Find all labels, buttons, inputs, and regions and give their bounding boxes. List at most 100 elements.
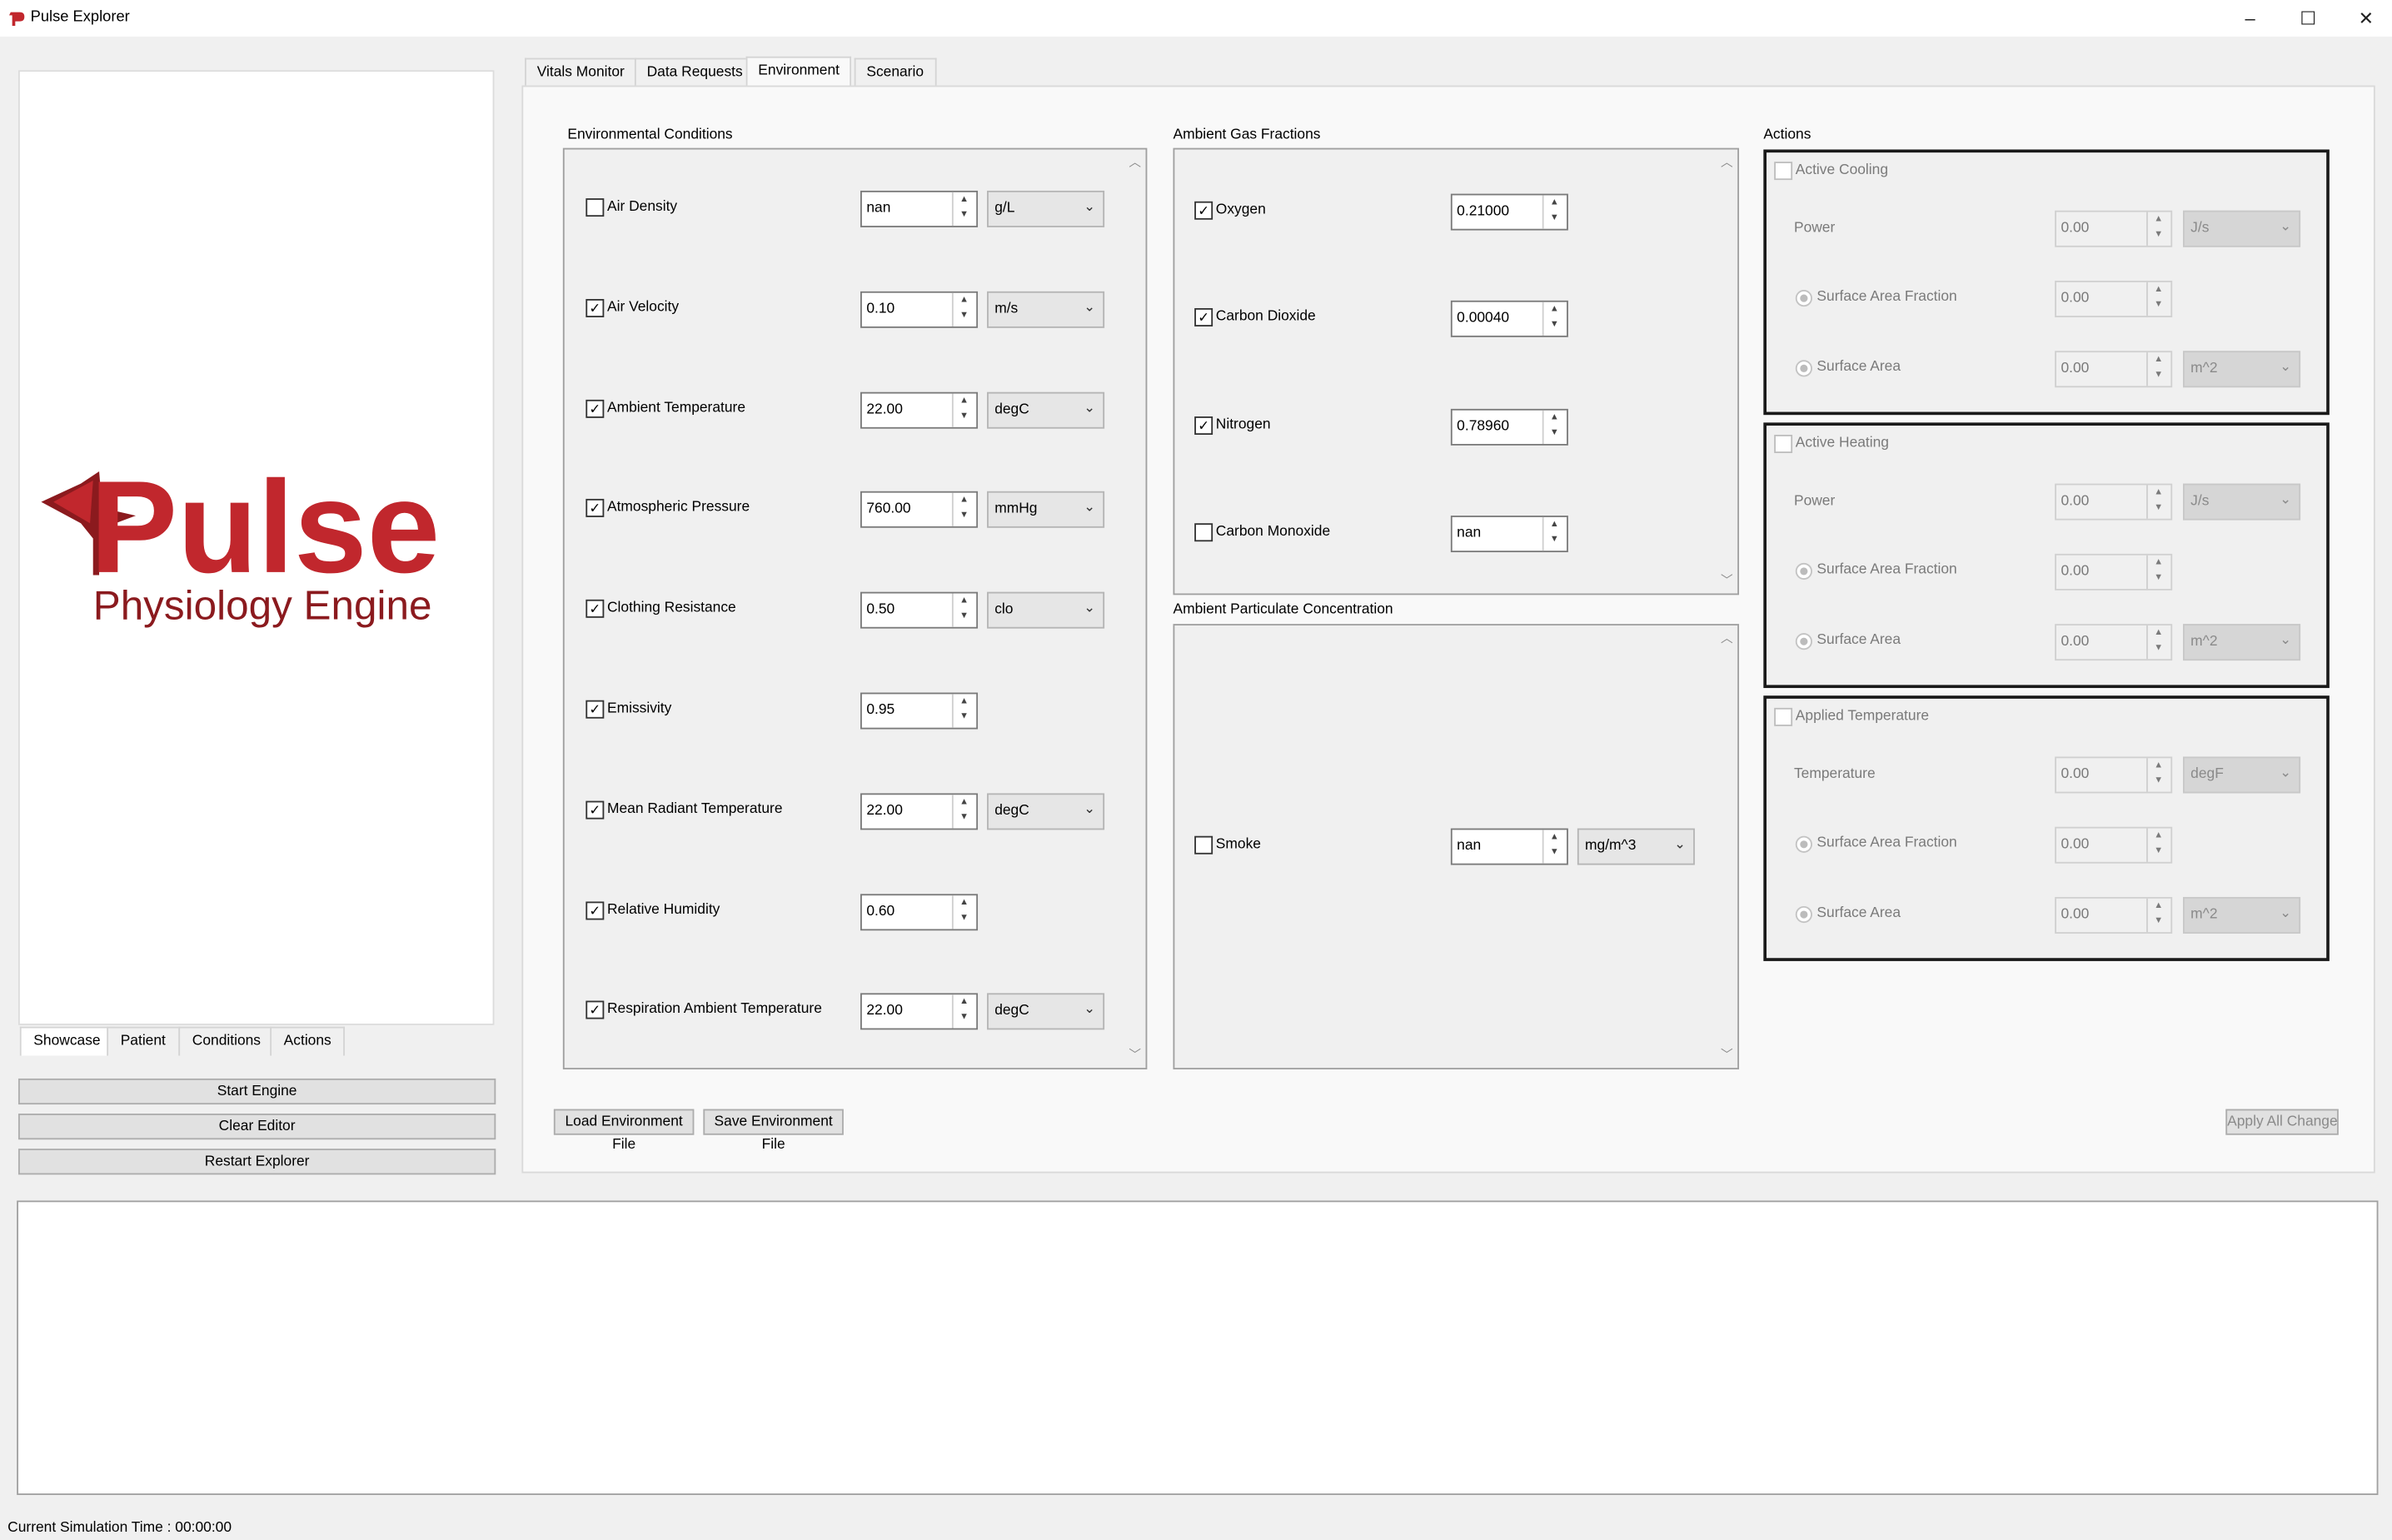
clothing-resistance-checkbox[interactable]: ✓ xyxy=(586,600,605,619)
active-heating-surface-area-unit-select[interactable]: m^2 ⌄ xyxy=(2183,624,2301,661)
active-heating-checkbox[interactable] xyxy=(1774,435,1793,453)
arrow-up-icon[interactable]: ▲ xyxy=(2154,286,2163,295)
minimize-icon[interactable]: – xyxy=(2238,6,2262,30)
arrow-up-icon[interactable]: ▲ xyxy=(2154,488,2163,497)
air-velocity-unit-select[interactable]: m/s ⌄ xyxy=(987,291,1105,328)
scroll-up-icon[interactable]: ︿ xyxy=(1128,154,1143,171)
air-density-unit-select[interactable]: g/L ⌄ xyxy=(987,190,1105,227)
air-density-spinbox[interactable]: nan ▲ ▼ xyxy=(860,190,979,227)
spin-arrows[interactable]: ▲ ▼ xyxy=(2146,758,2170,792)
carbon-dioxide-spinbox[interactable]: 0.00040 ▲ ▼ xyxy=(1450,301,1568,338)
mean-radiant-temperature-spinbox[interactable]: 22.00 ▲ ▼ xyxy=(860,793,979,830)
tab-environment[interactable]: Environment xyxy=(745,56,852,89)
active-cooling-surface-area-fraction-radio[interactable] xyxy=(1795,290,1812,307)
spin-arrows[interactable]: ▲ ▼ xyxy=(2146,625,2170,660)
scroll-down-icon[interactable]: ﹀ xyxy=(1719,1046,1734,1063)
active-cooling-surface-area-spinbox[interactable]: 0.00 ▲ ▼ xyxy=(2055,351,2173,388)
emissivity-spinbox[interactable]: 0.95 ▲ ▼ xyxy=(860,692,979,730)
active-cooling-power-unit-select[interactable]: J/s ⌄ xyxy=(2183,210,2301,247)
spin-arrows[interactable]: ▲ ▼ xyxy=(951,694,976,728)
arrow-up-icon[interactable]: ▲ xyxy=(2154,215,2163,224)
arrow-up-icon[interactable]: ▲ xyxy=(1550,413,1559,422)
arrow-up-icon[interactable]: ▲ xyxy=(2154,356,2163,365)
active-cooling-checkbox[interactable] xyxy=(1774,162,1793,181)
arrow-down-icon[interactable]: ▼ xyxy=(1550,848,1559,857)
air-velocity-spinbox[interactable]: 0.10 ▲ ▼ xyxy=(860,291,979,328)
active-cooling-surface-area-unit-select[interactable]: m^2 ⌄ xyxy=(2183,351,2301,388)
arrow-up-icon[interactable]: ▲ xyxy=(959,798,969,807)
air-velocity-checkbox[interactable]: ✓ xyxy=(586,298,605,317)
spin-arrows[interactable]: ▲ ▼ xyxy=(2146,898,2170,933)
arrow-up-icon[interactable]: ▲ xyxy=(2154,558,2163,567)
arrow-down-icon[interactable]: ▼ xyxy=(959,1014,969,1023)
tab-actions[interactable]: Actions xyxy=(270,1026,346,1056)
arrow-down-icon[interactable]: ▼ xyxy=(959,813,969,822)
active-heating-power-unit-select[interactable]: J/s ⌄ xyxy=(2183,483,2301,521)
spin-arrows[interactable]: ▲ ▼ xyxy=(1542,195,1567,229)
spin-arrows[interactable]: ▲ ▼ xyxy=(951,192,976,227)
scroll-down-icon[interactable]: ﹀ xyxy=(1128,1046,1143,1063)
tab-data-requests[interactable]: Data Requests xyxy=(634,57,755,87)
active-cooling-power-spinbox[interactable]: 0.00 ▲ ▼ xyxy=(2055,210,2173,247)
applied-temperature-temperature-unit-select[interactable]: degF ⌄ xyxy=(2183,756,2301,794)
load-environment-file-button[interactable]: Load Environment File xyxy=(553,1109,695,1154)
air-density-checkbox[interactable] xyxy=(586,198,605,217)
arrow-down-icon[interactable]: ▼ xyxy=(2154,644,2163,653)
respiration-ambient-temperature-spinbox[interactable]: 22.00 ▲ ▼ xyxy=(860,994,979,1031)
arrow-down-icon[interactable]: ▼ xyxy=(959,612,969,621)
start-engine-button[interactable]: Start Engine xyxy=(17,1078,496,1105)
ambient-temperature-unit-select[interactable]: degC ⌄ xyxy=(987,391,1105,428)
active-heating-surface-area-radio[interactable] xyxy=(1795,633,1812,650)
arrow-up-icon[interactable]: ▲ xyxy=(959,195,969,204)
spin-arrows[interactable]: ▲ ▼ xyxy=(1542,302,1567,336)
arrow-down-icon[interactable]: ▼ xyxy=(2154,371,2163,380)
active-heating-power-spinbox[interactable]: 0.00 ▲ ▼ xyxy=(2055,483,2173,521)
spin-arrows[interactable]: ▲ ▼ xyxy=(2146,555,2170,589)
oxygen-spinbox[interactable]: 0.21000 ▲ ▼ xyxy=(1450,193,1568,231)
applied-temperature-temperature-spinbox[interactable]: 0.00 ▲ ▼ xyxy=(2055,756,2173,794)
spin-arrows[interactable]: ▲ ▼ xyxy=(951,493,976,527)
spin-arrows[interactable]: ▲ ▼ xyxy=(1542,516,1567,551)
relative-humidity-spinbox[interactable]: 0.60 ▲ ▼ xyxy=(860,893,979,930)
applied-temperature-surface-area-unit-select[interactable]: m^2 ⌄ xyxy=(2183,896,2301,934)
smoke-checkbox[interactable] xyxy=(1194,835,1213,855)
arrow-up-icon[interactable]: ▲ xyxy=(1550,520,1559,529)
respiration-ambient-temperature-unit-select[interactable]: degC ⌄ xyxy=(987,994,1105,1031)
spin-arrows[interactable]: ▲ ▼ xyxy=(2146,485,2170,519)
arrow-down-icon[interactable]: ▼ xyxy=(1550,321,1559,330)
clear-editor-button[interactable]: Clear Editor xyxy=(17,1114,496,1140)
arrow-down-icon[interactable]: ▼ xyxy=(959,913,969,922)
clothing-resistance-unit-select[interactable]: clo ⌄ xyxy=(987,592,1105,629)
arrow-up-icon[interactable]: ▲ xyxy=(1550,198,1559,207)
arrow-up-icon[interactable]: ▲ xyxy=(2154,629,2163,638)
arrow-up-icon[interactable]: ▲ xyxy=(959,396,969,405)
arrow-up-icon[interactable]: ▲ xyxy=(1550,306,1559,315)
atmospheric-pressure-checkbox[interactable]: ✓ xyxy=(586,499,605,518)
arrow-down-icon[interactable]: ▼ xyxy=(1550,428,1559,437)
carbon-dioxide-checkbox[interactable]: ✓ xyxy=(1194,308,1213,327)
arrow-down-icon[interactable]: ▼ xyxy=(2154,917,2163,926)
atmospheric-pressure-spinbox[interactable]: 760.00 ▲ ▼ xyxy=(860,491,979,529)
close-icon[interactable]: ✕ xyxy=(2354,6,2378,30)
active-heating-surface-area-fraction-spinbox[interactable]: 0.00 ▲ ▼ xyxy=(2055,553,2173,591)
arrow-down-icon[interactable]: ▼ xyxy=(959,712,969,721)
maximize-icon[interactable]: ☐ xyxy=(2296,6,2320,30)
active-cooling-surface-area-radio[interactable] xyxy=(1795,360,1812,377)
spin-arrows[interactable]: ▲ ▼ xyxy=(2146,212,2170,246)
ambient-temperature-checkbox[interactable]: ✓ xyxy=(586,399,605,418)
spin-arrows[interactable]: ▲ ▼ xyxy=(951,292,976,326)
arrow-down-icon[interactable]: ▼ xyxy=(2154,847,2163,856)
arrow-down-icon[interactable]: ▼ xyxy=(2154,231,2163,240)
applied-temperature-surface-area-radio[interactable] xyxy=(1795,905,1812,924)
respiration-ambient-temperature-checkbox[interactable]: ✓ xyxy=(586,1001,605,1020)
arrow-up-icon[interactable]: ▲ xyxy=(959,999,969,1008)
smoke-spinbox[interactable]: nan ▲ ▼ xyxy=(1450,828,1568,865)
nitrogen-checkbox[interactable]: ✓ xyxy=(1194,416,1213,435)
applied-temperature-surface-area-spinbox[interactable]: 0.00 ▲ ▼ xyxy=(2055,896,2173,934)
spin-arrows[interactable]: ▲ ▼ xyxy=(2146,828,2170,862)
arrow-down-icon[interactable]: ▼ xyxy=(2154,503,2163,512)
arrow-up-icon[interactable]: ▲ xyxy=(959,898,969,907)
scroll-up-icon[interactable]: ︿ xyxy=(1719,154,1734,171)
arrow-down-icon[interactable]: ▼ xyxy=(1550,536,1559,545)
tab-vitals-monitor[interactable]: Vitals Monitor xyxy=(525,57,637,87)
